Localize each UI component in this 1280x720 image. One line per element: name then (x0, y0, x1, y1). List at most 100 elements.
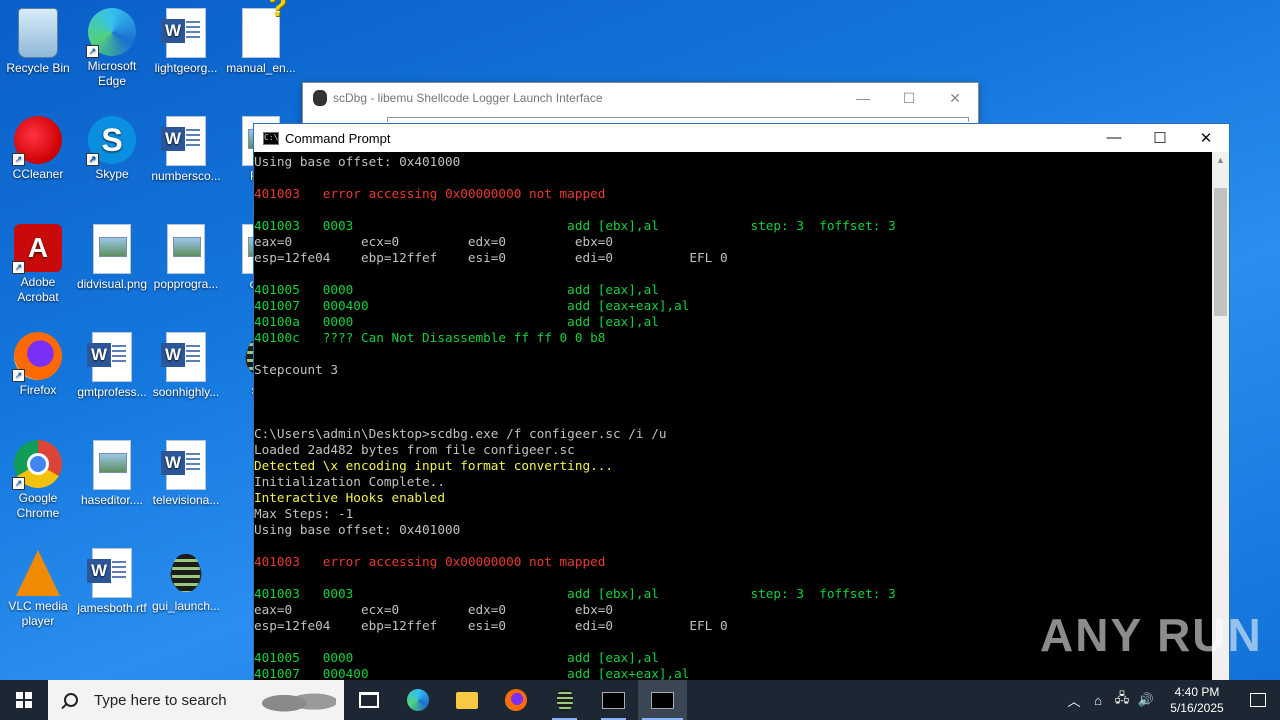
notification-center-button[interactable] (1236, 680, 1280, 720)
folder-icon (455, 691, 478, 709)
desktop-icon-popprogra[interactable]: popprogra... (148, 224, 224, 292)
task-view-icon (358, 692, 379, 708)
word-document-icon (87, 548, 132, 598)
shortcut-arrow-icon: ↗ (12, 477, 25, 490)
tray-app-icon[interactable]: ⌂ (1086, 693, 1110, 708)
cmd-maximize-button[interactable]: ☐ (1137, 129, 1183, 147)
search-input[interactable] (92, 690, 266, 710)
desktop-icon-haseditor[interactable]: haseditor.... (74, 440, 150, 508)
shortcut-arrow-icon: ↗ (12, 261, 25, 274)
image-file-icon (93, 224, 131, 274)
cmd-minimize-button[interactable]: — (1091, 129, 1137, 147)
volume-icon[interactable]: 🔊 (1134, 692, 1158, 708)
shortcut-arrow-icon: ↗ (12, 153, 25, 166)
taskbar-edge[interactable] (393, 680, 442, 720)
console-line: Stepcount 3 (254, 362, 339, 377)
scdbg-path-field[interactable] (387, 117, 969, 122)
desktop-icon-label: haseditor.... (80, 493, 144, 507)
network-icon[interactable]: 🖧 (1110, 689, 1134, 711)
cmd-icon (602, 691, 625, 709)
desktop-icon-firefox[interactable]: ↗ Firefox (0, 332, 76, 398)
scdbg-bug-icon (313, 90, 327, 106)
desktop-icon-label: VLC media player (8, 599, 68, 628)
desktop-icon-televisiona[interactable]: televisiona... (148, 440, 224, 508)
console-line: Loaded 2ad482 bytes from file configeer.… (254, 442, 575, 457)
scdbg-close-button[interactable]: ✕ (932, 90, 978, 107)
scroll-up-arrow-icon[interactable]: ▲ (1212, 152, 1229, 169)
desktop-icon-gui-launch[interactable]: gui_launch... (148, 548, 224, 614)
desktop-icon-soonhighly[interactable]: soonhighly... (148, 332, 224, 400)
word-document-icon (161, 440, 206, 490)
tray-chevron-icon[interactable]: ︿ (1062, 691, 1086, 710)
desktop-icon-label: Microsoft Edge (87, 59, 137, 88)
word-document-icon (161, 116, 206, 166)
desktop-icon-label: Firefox (19, 383, 57, 397)
desktop-icon-label: televisiona... (152, 493, 220, 507)
scdbg-minimize-button[interactable]: — (840, 90, 886, 107)
shortcut-arrow-icon: ↗ (86, 45, 99, 58)
shortcut-arrow-icon: ↗ (12, 369, 25, 382)
task-view-button[interactable] (344, 680, 393, 720)
scrollbar-thumb[interactable] (1214, 188, 1227, 316)
console-line: 401003 error accessing 0x00000000 not ma… (254, 554, 606, 569)
console-line: 401005 0000 add [eax],al (254, 282, 659, 297)
desktop-icon-label: lightgeorg... (154, 61, 218, 75)
shortcut-arrow-icon: ↗ (86, 153, 99, 166)
desktop-icon-label: gmtprofess... (77, 385, 147, 399)
desktop-icon-adobe-acrobat[interactable]: ↗ Adobe Acrobat (0, 224, 76, 305)
cmd-icon (651, 691, 674, 709)
taskbar-clock[interactable]: 4:40 PM 5/16/2025 (1158, 684, 1236, 716)
desktop-icon-numbersco[interactable]: numbersco... (148, 116, 224, 184)
desktop-icon-label: gui_launch... (151, 599, 221, 613)
taskbar-firefox[interactable] (491, 680, 540, 720)
console-line: Using base offset: 0x401000 (254, 522, 461, 537)
start-button[interactable] (0, 680, 48, 720)
console-line: C:\Users\admin\Desktop>scdbg.exe /f conf… (254, 426, 667, 441)
taskbar: ︿ ⌂ 🖧 🔊 4:40 PM 5/16/2025 (0, 680, 1280, 720)
desktop-icon-label: Adobe Acrobat (17, 275, 59, 304)
windows-logo-icon (16, 692, 32, 708)
console-line: Using base offset: 0x401000 (254, 154, 461, 169)
console-line: esp=12fe04 ebp=12ffef esi=0 edi=0 EFL 0 (254, 250, 728, 265)
desktop-icon-edge[interactable]: ↗ Microsoft Edge (74, 8, 150, 89)
console-line: 401007 000400 add [eax+eax],al (254, 298, 690, 313)
taskbar-cmd-2[interactable] (638, 680, 687, 720)
desktop-icon-lightgeorg[interactable]: lightgeorg... (148, 8, 224, 76)
desktop-icon-gmtprofess[interactable]: gmtprofess... (74, 332, 150, 400)
desktop-icon-recycle-bin[interactable]: Recycle Bin (0, 8, 76, 76)
word-document-icon (161, 8, 206, 58)
console-line: Initialization Complete.. (254, 474, 445, 489)
desktop-icon-chrome[interactable]: ↗ Google Chrome (0, 440, 76, 521)
clock-date: 5/16/2025 (1170, 701, 1224, 715)
scdbg-titlebar[interactable]: scDbg - libemu Shellcode Logger Launch I… (303, 83, 978, 113)
desktop-icon-jamesboth[interactable]: jamesboth.rtf (74, 548, 150, 616)
scdbg-maximize-button[interactable]: ☐ (886, 90, 932, 107)
vlc-icon (16, 550, 60, 596)
desktop-icon-manual[interactable]: manual_en... (223, 0, 299, 76)
console-line: 401003 error accessing 0x00000000 not ma… (254, 186, 606, 201)
desktop-icon-vlc[interactable]: VLC media player (0, 548, 76, 629)
taskbar-cmd-1[interactable] (589, 680, 638, 720)
image-file-icon (93, 440, 131, 490)
console-line: eax=0 ecx=0 edx=0 ebx=0 (254, 234, 614, 249)
firefox-icon: ↗ (12, 332, 62, 382)
desktop-icon-skype[interactable]: S ↗ Skype (74, 116, 150, 182)
cmd-titlebar[interactable]: C:\ Command Prompt — ☐ ✕ (254, 124, 1229, 152)
cmd-close-button[interactable]: ✕ (1183, 129, 1229, 147)
taskbar-file-explorer[interactable] (442, 680, 491, 720)
edge-icon: ↗ (86, 8, 136, 58)
adobe-acrobat-icon: ↗ (12, 224, 62, 274)
desktop-icon-ccleaner[interactable]: ↗ CCleaner (0, 116, 76, 182)
recycle-bin-icon (18, 8, 58, 58)
desktop-icon-didvisual[interactable]: didvisual.png (74, 224, 150, 292)
taskbar-search-box[interactable] (48, 680, 344, 720)
chrome-icon: ↗ (12, 440, 62, 490)
taskbar-scdbg[interactable] (540, 680, 589, 720)
image-file-icon (167, 224, 205, 274)
console-line: Detected \x encoding input format conver… (254, 458, 614, 473)
console-line: Max Steps: -1 (254, 506, 354, 521)
